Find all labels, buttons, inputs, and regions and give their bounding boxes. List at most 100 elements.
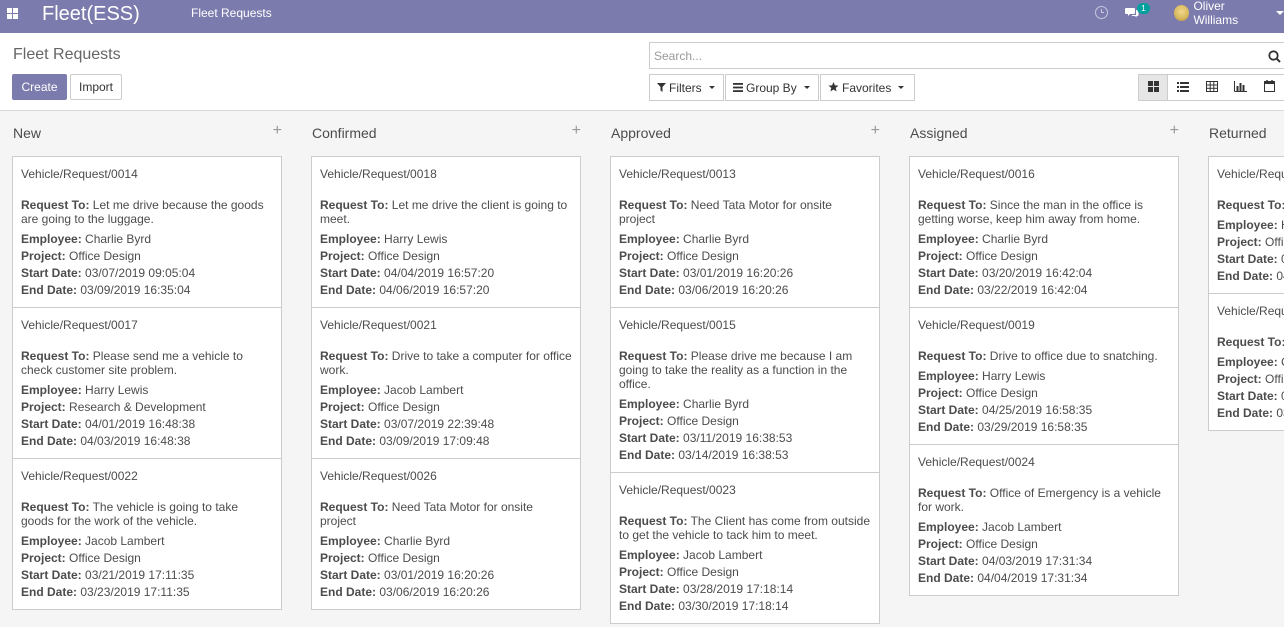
field-value: Jacob Lambert xyxy=(85,534,165,548)
employee-field: Employee: Charlie Byrd xyxy=(619,232,871,246)
kanban-card[interactable]: Vehicle/Request/0021 Request To: Drive to… xyxy=(311,307,581,459)
filters-dropdown[interactable]: Filters xyxy=(649,74,724,101)
field-value: 03/29/2019 16:58:35 xyxy=(977,420,1088,434)
field-label: End Date: xyxy=(619,599,676,613)
user-menu[interactable]: Oliver Williams xyxy=(1174,0,1284,27)
end-date-field: End Date: 04/04/2019 17:31:34 xyxy=(918,571,1170,585)
column-header: Returned xyxy=(1208,112,1284,156)
graph-view-button[interactable] xyxy=(1226,74,1256,101)
field-label: Project: xyxy=(21,551,66,565)
column-title: Assigned xyxy=(910,125,968,141)
request-to-field: Request To: Drive to office due to snatc… xyxy=(918,349,1170,363)
list-view-button[interactable] xyxy=(1168,74,1198,101)
field-value: Jacob Lambert xyxy=(683,548,763,562)
field-value: Harry Lewis xyxy=(384,232,448,246)
card-reference: Vehicle/Request/0016 xyxy=(918,167,1035,181)
field-value: Harry Lewis xyxy=(982,369,1046,383)
add-card-icon[interactable]: + xyxy=(1170,122,1179,140)
field-label: Start Date: xyxy=(1217,389,1278,403)
kanban-card[interactable]: Vehicle/Request/0016 Request To: Since th… xyxy=(909,156,1179,308)
field-value: Charlie Byrd xyxy=(384,534,451,548)
employee-field: Employee: Harry Lewis xyxy=(918,369,1170,383)
start-date-field: Start Date: 03/07/2019 09:05:04 xyxy=(21,266,273,280)
kanban-card[interactable]: Vehicle/Request/0026 Request To: Need Tat… xyxy=(311,458,581,610)
employee-field: Employee: C xyxy=(1217,355,1284,369)
field-label: End Date: xyxy=(320,283,377,297)
project-field: Project: Offic xyxy=(1217,235,1284,249)
kanban-card[interactable]: Vehicle/Request/0022 Request To: The vehi… xyxy=(12,458,282,610)
field-label: Request To: xyxy=(21,500,90,514)
project-field: Project: Research & Development xyxy=(21,400,273,414)
kanban-column-new: New + Vehicle/Request/0014 Request To: Let … xyxy=(12,112,282,610)
field-label: Project: xyxy=(619,414,664,428)
field-label: Request To: xyxy=(619,514,688,528)
field-value: 03/30/2019 17:18:14 xyxy=(678,599,789,613)
field-label: Start Date: xyxy=(619,431,680,445)
activity-clock-icon[interactable] xyxy=(1095,6,1108,19)
groupby-dropdown[interactable]: Group By xyxy=(725,74,819,101)
create-button[interactable]: Create xyxy=(12,74,67,100)
employee-field: Employee: H xyxy=(1217,218,1284,232)
field-value: 03/20/2019 16:42:04 xyxy=(982,266,1093,280)
kanban-card[interactable]: Vehicle/Request/0013 Request To: Need Tat… xyxy=(610,156,880,308)
add-card-icon[interactable]: + xyxy=(871,122,880,140)
kanban-card[interactable]: Vehicle/Request/0018 Request To: Let me d… xyxy=(311,156,581,308)
project-field: Project: Office Design xyxy=(918,537,1170,551)
kanban-card[interactable]: Vehicle/Request/0019 Request To: Drive to… xyxy=(909,307,1179,445)
end-date-field: End Date: 03/14/2019 16:38:53 xyxy=(619,448,871,462)
field-label: Project: xyxy=(1217,372,1262,386)
field-value: 03 xyxy=(1276,406,1284,420)
chevron-down-icon xyxy=(1276,11,1284,15)
menu-fleet-requests[interactable]: Fleet Requests xyxy=(191,6,272,20)
employee-field: Employee: Harry Lewis xyxy=(320,232,572,246)
field-label: Start Date: xyxy=(21,266,82,280)
chevron-down-icon xyxy=(803,86,810,89)
field-label: Request To: xyxy=(918,349,987,363)
table-icon xyxy=(1205,80,1218,95)
field-value: Charlie Byrd xyxy=(982,232,1049,246)
search-icon[interactable] xyxy=(1268,50,1281,63)
end-date-field: End Date: 03/23/2019 17:11:35 xyxy=(21,585,273,599)
field-label: Project: xyxy=(918,386,963,400)
pivot-view-button[interactable] xyxy=(1197,74,1227,101)
search-input[interactable] xyxy=(654,47,1254,64)
kanban-card[interactable]: Vehicle/Requ Request To: Employee: C Proje… xyxy=(1208,293,1284,431)
column-header: Approved + xyxy=(610,112,880,156)
project-field: Project: Offic xyxy=(1217,372,1284,386)
kanban-column-returned: Returned Vehicle/Requ Request To: client, … xyxy=(1208,112,1284,431)
field-value: Office Design xyxy=(966,537,1038,551)
avatar xyxy=(1174,5,1190,21)
kanban-card[interactable]: Vehicle/Requ Request To: client, you ar Em… xyxy=(1208,156,1284,294)
kanban-card[interactable]: Vehicle/Request/0014 Request To: Let me d… xyxy=(12,156,282,308)
employee-field: Employee: Charlie Byrd xyxy=(320,534,572,548)
add-card-icon[interactable]: + xyxy=(572,122,581,140)
kanban-view-button[interactable] xyxy=(1138,74,1168,101)
field-label: End Date: xyxy=(1217,406,1274,420)
import-button[interactable]: Import xyxy=(70,74,122,100)
field-label: End Date: xyxy=(619,448,676,462)
field-label: Employee: xyxy=(21,232,82,246)
field-label: Employee: xyxy=(619,548,680,562)
field-label: End Date: xyxy=(619,283,676,297)
kanban-card[interactable]: Vehicle/Request/0024 Request To: Office o… xyxy=(909,444,1179,596)
kanban-card[interactable]: Vehicle/Request/0017 Request To: Please s… xyxy=(12,307,282,459)
request-to-field: Request To: Need Tata Motor for onsite p… xyxy=(619,198,871,226)
calendar-view-button[interactable] xyxy=(1255,74,1284,101)
add-card-icon[interactable]: + xyxy=(273,122,282,140)
field-value: 03/23/2019 17:11:35 xyxy=(80,585,190,599)
card-reference: Vehicle/Request/0024 xyxy=(918,455,1035,469)
field-value: Office Design xyxy=(667,414,739,428)
user-name: Oliver Williams xyxy=(1193,0,1239,27)
card-reference: Vehicle/Request/0015 xyxy=(619,318,736,332)
card-reference: Vehicle/Request/0022 xyxy=(21,469,138,483)
kanban-card[interactable]: Vehicle/Request/0015 Request To: Please d… xyxy=(610,307,880,473)
field-label: Project: xyxy=(320,551,365,565)
kanban-card[interactable]: Vehicle/Request/0023 Request To: The Clie… xyxy=(610,472,880,624)
employee-field: Employee: Harry Lewis xyxy=(21,383,273,397)
end-date-field: End Date: 03/09/2019 17:09:48 xyxy=(320,434,572,448)
field-label: Start Date: xyxy=(918,266,979,280)
favorites-dropdown[interactable]: Favorites xyxy=(820,74,915,101)
field-label: Employee: xyxy=(1217,218,1278,232)
app-brand[interactable]: Fleet(ESS) xyxy=(42,2,140,26)
apps-menu-icon[interactable] xyxy=(7,8,18,19)
